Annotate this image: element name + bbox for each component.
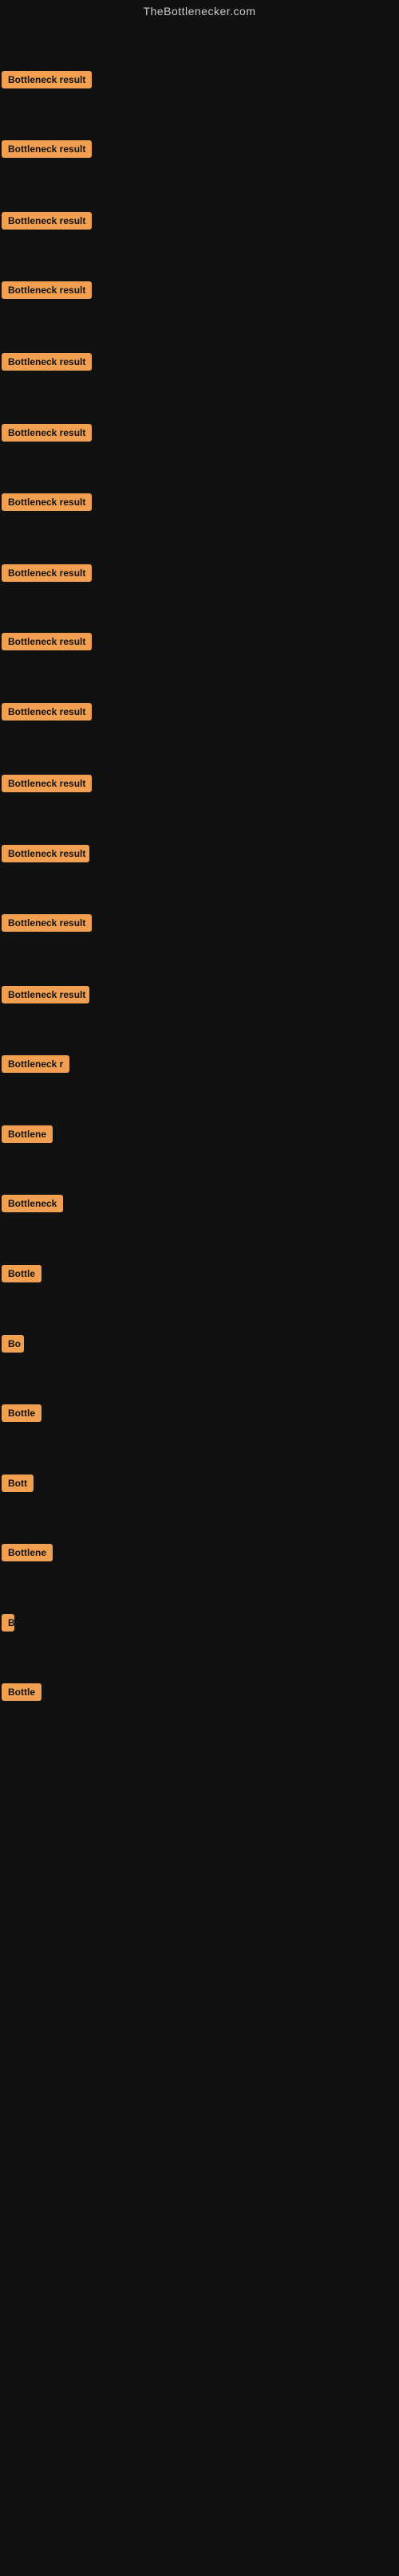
bottleneck-badge-container-14: Bottleneck result — [2, 986, 89, 1007]
bottleneck-badge-4[interactable]: Bottleneck result — [2, 281, 92, 299]
bottleneck-badge-21[interactable]: Bott — [2, 1475, 34, 1492]
bottleneck-badge-9[interactable]: Bottleneck result — [2, 633, 92, 650]
bottleneck-badge-container-22: Bottlene — [2, 1544, 53, 1565]
bottleneck-badge-2[interactable]: Bottleneck result — [2, 140, 92, 158]
bottleneck-badge-17[interactable]: Bottleneck — [2, 1195, 63, 1212]
bottleneck-badge-14[interactable]: Bottleneck result — [2, 986, 89, 1003]
bottleneck-badge-24[interactable]: Bottle — [2, 1683, 41, 1701]
bottleneck-badge-container-20: Bottle — [2, 1404, 41, 1426]
bottleneck-badge-container-15: Bottleneck r — [2, 1055, 69, 1077]
bottleneck-badge-container-23: B — [2, 1614, 14, 1636]
bottleneck-badge-container-12: Bottleneck result — [2, 845, 89, 866]
bottleneck-badge-20[interactable]: Bottle — [2, 1404, 41, 1422]
bottleneck-badge-container-13: Bottleneck result — [2, 914, 92, 936]
bottleneck-badge-8[interactable]: Bottleneck result — [2, 564, 92, 582]
bottleneck-badge-container-6: Bottleneck result — [2, 424, 92, 446]
bottleneck-badge-container-19: Bo — [2, 1335, 24, 1357]
bottleneck-badge-13[interactable]: Bottleneck result — [2, 914, 92, 932]
bottleneck-badge-container-8: Bottleneck result — [2, 564, 92, 586]
bottleneck-badge-container-10: Bottleneck result — [2, 703, 92, 724]
bottleneck-badge-container-4: Bottleneck result — [2, 281, 92, 303]
bottleneck-badge-23[interactable]: B — [2, 1614, 14, 1632]
bottleneck-badge-16[interactable]: Bottlene — [2, 1125, 53, 1143]
bottleneck-badge-container-3: Bottleneck result — [2, 212, 92, 234]
bottleneck-badge-7[interactable]: Bottleneck result — [2, 493, 92, 511]
bottleneck-badge-container-16: Bottlene — [2, 1125, 53, 1147]
bottleneck-badge-container-11: Bottleneck result — [2, 775, 92, 796]
bottleneck-badge-12[interactable]: Bottleneck result — [2, 845, 89, 862]
bottleneck-badge-container-5: Bottleneck result — [2, 353, 92, 375]
bottleneck-badge-19[interactable]: Bo — [2, 1335, 24, 1353]
bottleneck-badge-1[interactable]: Bottleneck result — [2, 71, 92, 88]
bottleneck-badge-container-7: Bottleneck result — [2, 493, 92, 515]
bottleneck-badge-container-17: Bottleneck — [2, 1195, 63, 1216]
bottleneck-badge-container-2: Bottleneck result — [2, 140, 92, 162]
bottleneck-badge-18[interactable]: Bottle — [2, 1265, 41, 1282]
site-title: TheBottlenecker.com — [0, 0, 399, 26]
bottleneck-badge-5[interactable]: Bottleneck result — [2, 353, 92, 371]
bottleneck-badge-15[interactable]: Bottleneck r — [2, 1055, 69, 1073]
bottleneck-badge-3[interactable]: Bottleneck result — [2, 212, 92, 230]
bottleneck-badge-11[interactable]: Bottleneck result — [2, 775, 92, 792]
bottleneck-badge-10[interactable]: Bottleneck result — [2, 703, 92, 721]
bottleneck-badge-container-24: Bottle — [2, 1683, 41, 1705]
bottleneck-badge-22[interactable]: Bottlene — [2, 1544, 53, 1561]
bottleneck-badge-6[interactable]: Bottleneck result — [2, 424, 92, 442]
bottleneck-badge-container-1: Bottleneck result — [2, 71, 92, 92]
bottleneck-badge-container-18: Bottle — [2, 1265, 41, 1286]
bottleneck-badge-container-21: Bott — [2, 1475, 34, 1496]
bottleneck-badge-container-9: Bottleneck result — [2, 633, 92, 654]
